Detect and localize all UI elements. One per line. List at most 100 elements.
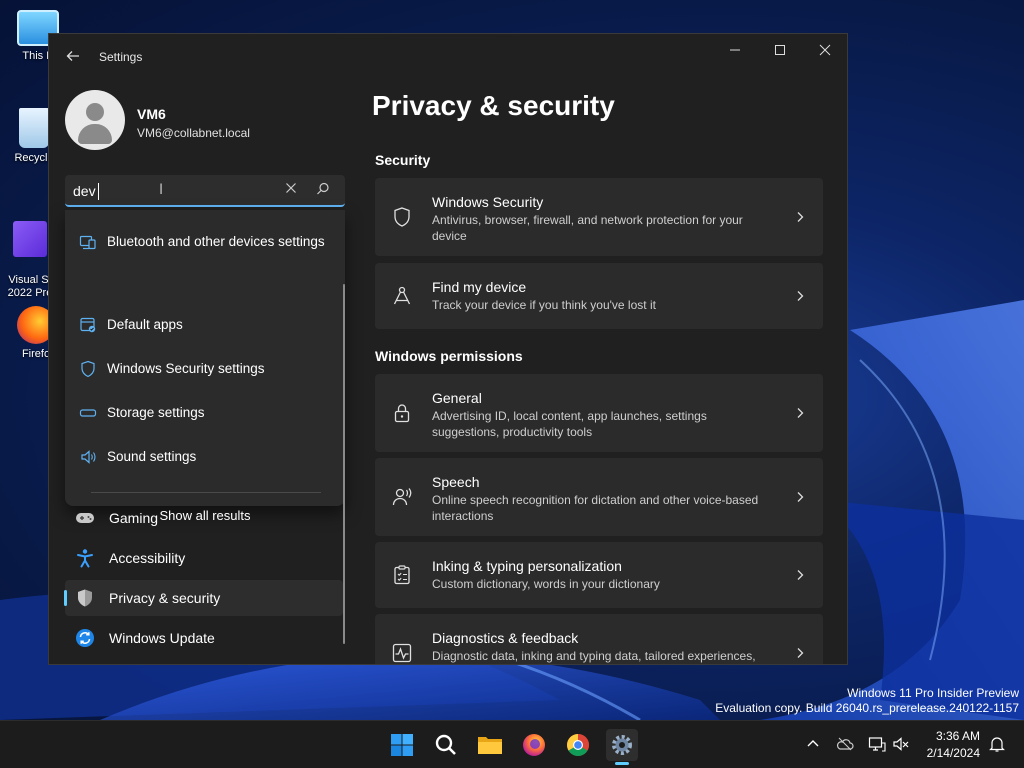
shield-icon — [81, 360, 95, 378]
card-title: Inking & typing personalization — [432, 558, 622, 574]
suggestion-bluetooth-devices[interactable]: Bluetooth and other devices settings — [65, 222, 345, 262]
notification-bell-icon[interactable] — [988, 735, 1006, 753]
accessibility-icon — [77, 549, 93, 568]
chevron-right-icon — [797, 492, 804, 502]
suggestion-default-apps[interactable]: Default apps — [65, 314, 345, 336]
taskbar-search-button[interactable] — [430, 729, 462, 761]
speech-icon — [392, 488, 412, 506]
user-profile[interactable]: VM6 VM6@collabnet.local — [65, 90, 345, 154]
find-device-icon — [393, 286, 411, 305]
chevron-up-icon[interactable] — [804, 735, 822, 753]
card-diagnostics-feedback[interactable]: Diagnostics & feedback Diagnostic data, … — [375, 614, 823, 664]
watermark-line-2: Evaluation copy. Build 26040.rs_prerelea… — [715, 701, 1019, 715]
suggestion-label: Sound settings — [107, 449, 197, 464]
suggestion-label: Bluetooth and other devices settings — [107, 234, 325, 249]
visual-studio-icon — [13, 221, 47, 257]
section-title-security: Security — [375, 152, 431, 168]
search-input[interactable] — [73, 179, 273, 203]
text-cursor-icon: I — [159, 182, 164, 198]
onedrive-icon[interactable] — [836, 735, 854, 753]
chrome-icon — [567, 734, 589, 756]
text-caret — [98, 183, 99, 200]
network-icon[interactable] — [868, 735, 886, 753]
file-explorer-button[interactable] — [474, 729, 506, 761]
shield-icon — [394, 207, 410, 227]
card-find-my-device[interactable]: Find my device Track your device if you … — [375, 263, 823, 329]
chevron-right-icon — [797, 648, 804, 658]
active-indicator — [64, 590, 67, 606]
search-icon — [435, 734, 456, 755]
nav-label: Accessibility — [109, 550, 186, 566]
suggestion-label: Default apps — [107, 317, 183, 332]
maximize-icon — [775, 45, 785, 55]
close-button[interactable] — [802, 34, 847, 66]
settings-icon — [612, 735, 632, 755]
window-title: Settings — [99, 50, 143, 64]
clipboard-icon — [394, 565, 410, 585]
nav-label: Windows Update — [109, 630, 215, 646]
close-icon — [819, 44, 831, 56]
suggestion-sound-settings[interactable]: Sound settings — [65, 446, 345, 468]
suggestions-divider — [91, 492, 321, 493]
bluetooth-devices-icon — [79, 235, 96, 250]
search-box: I — [65, 175, 345, 207]
user-name: VM6 — [137, 106, 166, 122]
start-button[interactable] — [386, 729, 418, 761]
settings-window: Settings VM6 VM6@collabnet.local I — [48, 33, 848, 665]
minimize-button[interactable] — [712, 34, 758, 66]
card-description: Antivirus, browser, firewall, and networ… — [432, 213, 743, 243]
maximize-button[interactable] — [757, 34, 803, 66]
user-email: VM6@collabnet.local — [137, 126, 250, 140]
clear-search-button[interactable] — [281, 180, 301, 200]
clock-time[interactable]: 3:36 AM — [928, 729, 980, 743]
suggestion-storage[interactable]: Storage settings — [65, 402, 345, 424]
page-title: Privacy & security — [372, 90, 615, 121]
left-pane-scrollbar[interactable] — [343, 284, 345, 644]
file-explorer-icon — [478, 737, 502, 754]
nav-item-accessibility[interactable]: Accessibility — [65, 540, 343, 576]
search-suggestions: Bluetooth and other devices settings Def… — [65, 210, 345, 523]
lock-icon — [394, 404, 410, 423]
settings-taskbar-button[interactable] — [606, 729, 638, 761]
storage-icon — [79, 409, 97, 417]
card-description: Advertising ID, local content, app launc… — [432, 409, 707, 439]
card-description: Custom dictionary, words in your diction… — [432, 577, 660, 591]
card-speech[interactable]: Speech Online speech recognition for dic… — [375, 458, 823, 536]
nav-item-privacy-security[interactable]: Privacy & security — [64, 580, 343, 616]
search-button[interactable] — [315, 181, 335, 201]
title-bar[interactable]: Settings — [49, 34, 847, 82]
chevron-right-icon — [797, 212, 804, 222]
back-arrow-icon — [66, 51, 79, 61]
chevron-right-icon — [797, 570, 804, 580]
card-title: General — [432, 390, 482, 406]
privacy-shield-icon — [78, 589, 92, 607]
suggestion-label: Storage settings — [107, 405, 205, 420]
firefox-icon — [523, 734, 545, 756]
close-icon — [286, 183, 296, 193]
card-general[interactable]: General Advertising ID, local content, a… — [375, 374, 823, 452]
card-description: Diagnostic data, inking and typing data,… — [432, 649, 756, 663]
nav-label: Gaming — [109, 510, 159, 526]
suggestion-windows-security[interactable]: Windows Security settings — [65, 358, 345, 380]
chrome-taskbar-button[interactable] — [562, 729, 594, 761]
card-inking-typing[interactable]: Inking & typing personalization Custom d… — [375, 542, 823, 608]
card-description: Track your device if you think you've lo… — [432, 298, 656, 312]
watermark-line-1: Windows 11 Pro Insider Preview — [847, 686, 1019, 700]
card-title: Windows Security — [432, 194, 544, 210]
nav-item-gaming[interactable]: Gaming — [65, 500, 343, 536]
section-title-windows-permissions: Windows permissions — [375, 348, 523, 364]
card-title: Find my device — [432, 279, 527, 295]
nav-item-windows-update[interactable]: Windows Update — [65, 620, 343, 656]
diagnostics-icon — [392, 643, 412, 663]
card-windows-security[interactable]: Windows Security Antivirus, browser, fir… — [375, 178, 823, 256]
minimize-icon — [730, 49, 740, 51]
clock-date[interactable]: 2/14/2024 — [908, 746, 980, 760]
search-icon — [317, 182, 329, 195]
back-button[interactable] — [63, 48, 83, 68]
avatar — [65, 90, 125, 150]
start-icon — [391, 734, 413, 756]
firefox-taskbar-button[interactable] — [518, 729, 550, 761]
card-title: Diagnostics & feedback — [432, 630, 579, 646]
suggestion-label: Windows Security settings — [107, 361, 265, 376]
nav-label: Privacy & security — [109, 590, 221, 606]
